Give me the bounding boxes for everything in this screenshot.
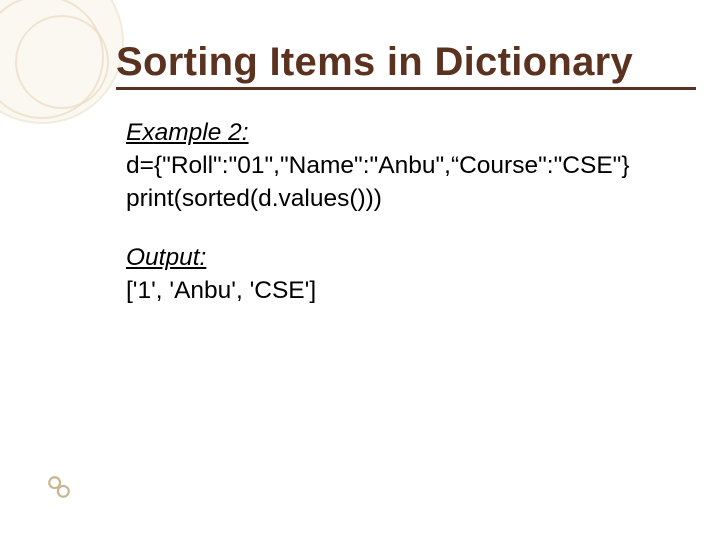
output-text: ['1', 'Anbu', 'CSE']: [126, 274, 700, 307]
example-line-1: d={"Roll":"01","Name":"Anbu",“Course":"C…: [126, 149, 700, 182]
slide: Sorting Items in Dictionary Example 2: d…: [0, 0, 720, 540]
chain-link-icon: [46, 474, 72, 500]
example-block: Example 2: d={"Roll":"01","Name":"Anbu",…: [126, 116, 700, 215]
output-label: Output:: [126, 241, 700, 274]
example-label: Example 2:: [126, 116, 700, 149]
example-line-2: print(sorted(d.values())): [126, 182, 700, 215]
slide-body: Example 2: d={"Roll":"01","Name":"Anbu",…: [126, 116, 700, 333]
output-block: Output: ['1', 'Anbu', 'CSE']: [126, 241, 700, 307]
slide-title: Sorting Items in Dictionary: [116, 40, 696, 90]
